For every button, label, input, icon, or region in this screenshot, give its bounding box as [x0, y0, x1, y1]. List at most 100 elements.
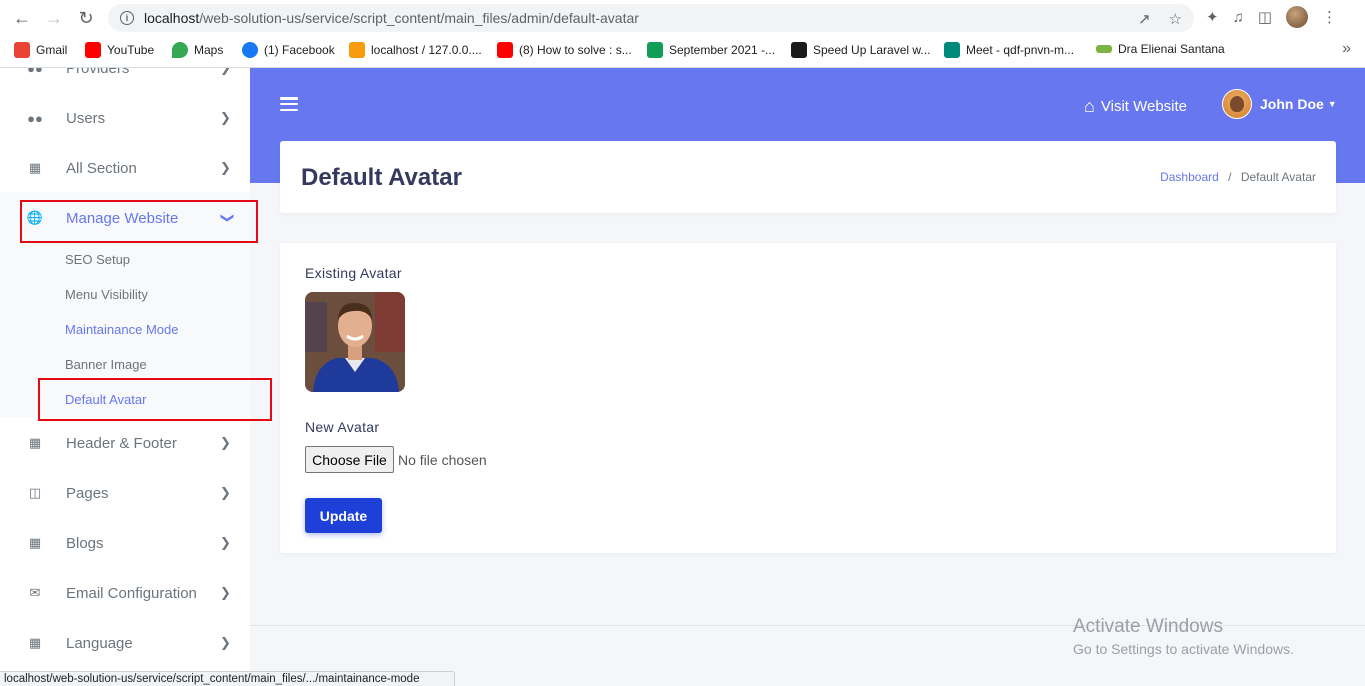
bookmark-youtube[interactable]: YouTube: [85, 42, 154, 58]
sidebar-item-header-footer[interactable]: ▦ Header & Footer ❯: [0, 418, 250, 468]
bookmark-facebook[interactable]: (1) Facebook: [242, 42, 335, 58]
sidebar-item-users[interactable]: ●● Users ❯: [0, 93, 250, 143]
meet-icon: [944, 42, 960, 58]
address-url[interactable]: localhost/web-solution-us/service/script…: [144, 10, 639, 26]
sidebar-item-all-section[interactable]: ▦ All Section ❯: [0, 143, 250, 193]
profile-avatar[interactable]: [1286, 6, 1309, 28]
sidebar-item-label: Email Configuration: [66, 584, 197, 602]
bookmark-star-icon[interactable]: ☆: [1169, 10, 1182, 28]
sidebar-item-label: Users: [66, 109, 106, 127]
chevron-right-icon: ❯: [220, 110, 231, 125]
laravel-icon: [791, 42, 807, 58]
chevron-right-icon: ❯: [220, 435, 231, 450]
visit-website-label: Visit Website: [1100, 98, 1188, 115]
chevron-right-icon: ❯: [220, 635, 231, 650]
menu-kebab-icon[interactable]: ⋮: [1322, 8, 1337, 26]
chevron-right-icon: ❯: [220, 585, 231, 600]
visit-website-link[interactable]: ⌂ Visit Website: [1084, 96, 1187, 117]
users-icon: ●●: [27, 110, 43, 126]
home-icon: ⌂: [1084, 96, 1095, 116]
bookmark-sheets[interactable]: September 2021 -...: [647, 42, 775, 58]
youtube-icon: [497, 42, 513, 58]
bookmark-youtube-video[interactable]: (8) How to solve : s...: [497, 42, 632, 58]
grid-icon: ▦: [28, 535, 42, 550]
caret-down-icon: ▼: [1327, 99, 1337, 109]
bookmarks-bar: Gmail YouTube Maps (1) Facebook localhos…: [0, 36, 1365, 68]
page-title: Default Avatar: [301, 164, 462, 191]
extensions-icon[interactable]: ✦: [1206, 8, 1219, 26]
windows-activation-watermark: Activate Windows Go to Settings to activ…: [1073, 616, 1294, 657]
browser-status-bar: localhost/web-solution-us/service/script…: [0, 671, 455, 686]
sheets-icon: [647, 42, 663, 58]
avatar-form-card: Existing Avatar New Avatar Choose File N…: [280, 243, 1336, 553]
site-info-icon[interactable]: i: [120, 11, 134, 25]
breadcrumb-current: Default Avatar: [1240, 170, 1316, 184]
existing-avatar-label: Existing Avatar: [305, 265, 402, 281]
browser-toolbar: ← → ↻ i localhost/web-solution-us/servic…: [0, 0, 1365, 36]
bookmark-meet[interactable]: Meet - qdf-pnvn-m...: [944, 42, 1074, 58]
new-avatar-label: New Avatar: [305, 419, 380, 435]
chevron-right-icon: ❯: [220, 535, 231, 550]
facebook-icon: [242, 42, 258, 58]
hamburger-menu-icon[interactable]: [280, 97, 298, 111]
choose-file-button[interactable]: Choose File: [305, 446, 394, 473]
breadcrumb-dashboard-link[interactable]: Dashboard: [1160, 170, 1219, 184]
update-button[interactable]: Update: [305, 498, 382, 533]
gmail-icon: [14, 42, 30, 58]
submenu-maintainance-mode[interactable]: Maintainance Mode: [65, 322, 178, 337]
sidebar-item-label: Pages: [66, 484, 109, 502]
sidebar: ●● Providers ❯ ●● Users ❯ ▦ All Section …: [0, 68, 250, 686]
back-icon[interactable]: ←: [10, 6, 34, 30]
grid-icon: ▦: [28, 635, 42, 650]
chevron-right-icon: ❯: [220, 485, 231, 500]
sidebar-item-label: All Section: [66, 159, 137, 177]
sidebar-item-label: Blogs: [66, 534, 104, 552]
grid-icon: ▦: [28, 435, 42, 450]
chevron-right-icon: ❯: [220, 160, 231, 175]
bookmark-laravel[interactable]: Speed Up Laravel w...: [791, 42, 930, 58]
breadcrumb-separator: /: [1228, 170, 1232, 184]
grid-icon: ▦: [28, 160, 42, 175]
youtube-icon: [85, 42, 101, 58]
bookmark-gmail[interactable]: Gmail: [14, 42, 67, 58]
avatar: [1222, 89, 1252, 119]
watermark-subtitle: Go to Settings to activate Windows.: [1073, 641, 1294, 657]
chevron-right-icon: ❯: [220, 68, 231, 76]
users-icon: ●●: [27, 68, 43, 76]
sidebar-item-pages[interactable]: ◫ Pages ❯: [0, 468, 250, 518]
more-bookmarks-icon[interactable]: »: [1342, 40, 1351, 58]
file-status: No file chosen: [398, 452, 487, 468]
watermark-title: Activate Windows: [1073, 616, 1223, 637]
existing-avatar-image: [305, 292, 405, 392]
side-panel-icon[interactable]: ◫: [1258, 8, 1272, 26]
phpmyadmin-icon: [349, 42, 365, 58]
site-icon: [1096, 45, 1112, 53]
bookmark-phpmyadmin[interactable]: localhost / 127.0.0....: [349, 42, 482, 58]
sidebar-item-providers[interactable]: ●● Providers ❯: [0, 68, 250, 93]
maps-icon: [172, 42, 188, 58]
submenu-banner-image[interactable]: Banner Image: [65, 357, 147, 372]
sidebar-item-label: Providers: [66, 68, 130, 77]
submenu-menu-visibility[interactable]: Menu Visibility: [65, 287, 148, 302]
highlight-default-avatar: [38, 378, 272, 421]
sidebar-item-email-configuration[interactable]: ✉ Email Configuration ❯: [0, 568, 250, 618]
bookmark-maps[interactable]: Maps: [172, 42, 223, 58]
breadcrumb: Dashboard / Default Avatar: [1160, 170, 1316, 184]
address-bar[interactable]: i localhost/web-solution-us/service/scri…: [108, 4, 1194, 32]
media-icon[interactable]: ♫: [1233, 9, 1244, 26]
highlight-manage-website: [20, 200, 258, 243]
sidebar-item-label: Language: [66, 634, 133, 652]
share-icon[interactable]: ↗: [1138, 10, 1151, 28]
forward-icon[interactable]: →: [42, 6, 66, 30]
user-name: John Doe: [1260, 96, 1324, 112]
section-header: Default Avatar Dashboard / Default Avata…: [280, 141, 1336, 213]
sidebar-item-language[interactable]: ▦ Language ❯: [0, 618, 250, 668]
bookmark-dra-elienai[interactable]: Dra Elienai Santana: [1096, 42, 1225, 56]
reload-icon[interactable]: ↻: [74, 6, 98, 30]
sidebar-item-label: Header & Footer: [66, 434, 177, 452]
columns-icon: ◫: [28, 485, 42, 500]
sidebar-item-blogs[interactable]: ▦ Blogs ❯: [0, 518, 250, 568]
submenu-seo-setup[interactable]: SEO Setup: [65, 252, 130, 267]
envelope-icon: ✉: [29, 585, 41, 600]
user-menu[interactable]: John Doe ▼: [1222, 89, 1337, 119]
